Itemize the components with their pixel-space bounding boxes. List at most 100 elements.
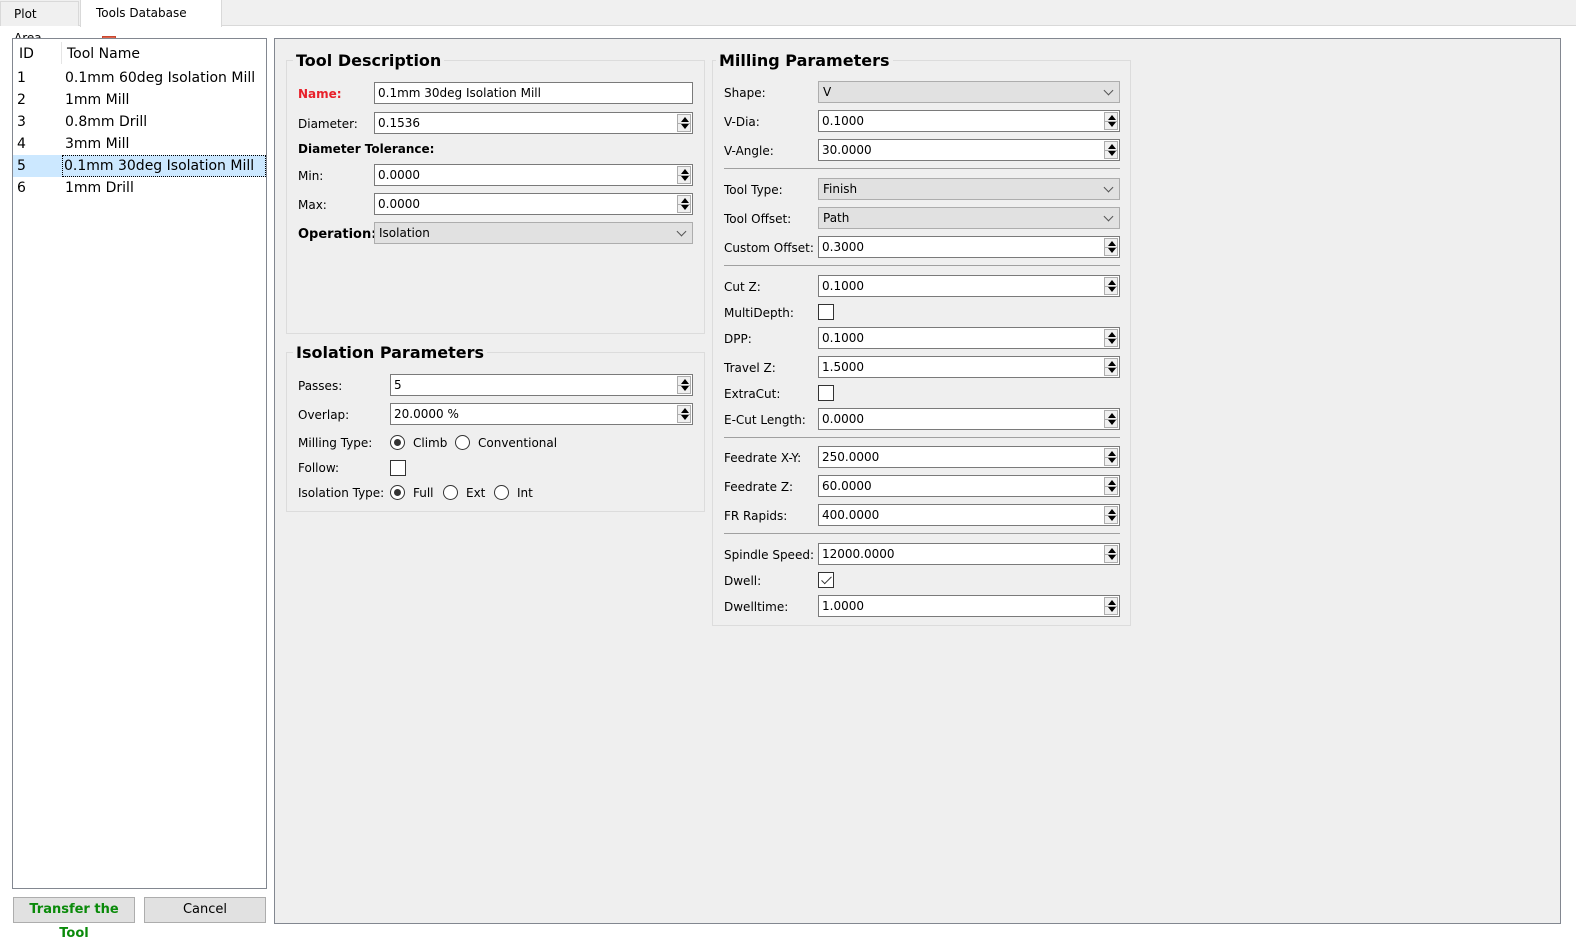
column-header-id[interactable]: ID [19, 46, 34, 62]
customoffset-value: 0.3000 [822, 240, 864, 254]
follow-checkbox[interactable] [390, 460, 406, 476]
radio-ext-label[interactable]: Ext [466, 486, 485, 500]
list-item[interactable]: 2 1mm Mill [13, 89, 266, 111]
spin-arrows-icon[interactable] [677, 376, 691, 394]
separator [724, 265, 1120, 266]
spin-arrows-icon[interactable] [1104, 358, 1118, 376]
min-label: Min: [298, 169, 324, 183]
list-item-selected[interactable]: 5 0.1mm 30deg Isolation Mill [13, 155, 266, 177]
vdia-value: 0.1000 [822, 114, 864, 128]
spin-arrows-icon[interactable] [1104, 410, 1118, 428]
max-label: Max: [298, 198, 327, 212]
radio-climb[interactable] [390, 435, 405, 450]
radio-conventional-label[interactable]: Conventional [478, 436, 557, 450]
list-item[interactable]: 6 1mm Drill [13, 177, 266, 199]
tool-editor-panel: Tool Description Name: 0.1mm 30deg Isola… [274, 38, 1561, 924]
radio-ext[interactable] [443, 485, 458, 500]
spindle-label: Spindle Speed: [724, 548, 814, 562]
travelz-spinbox[interactable]: 1.5000 [818, 356, 1120, 378]
spin-arrows-icon[interactable] [677, 114, 691, 132]
name-input[interactable]: 0.1mm 30deg Isolation Mill [374, 82, 693, 104]
operation-dropdown[interactable]: Isolation [374, 222, 693, 244]
tooloffset-dropdown[interactable]: Path [818, 207, 1120, 229]
ecutlength-spinbox[interactable]: 0.0000 [818, 408, 1120, 430]
group-title: Milling Parameters [716, 51, 893, 70]
spin-arrows-icon[interactable] [677, 166, 691, 184]
cancel-button[interactable]: Cancel [144, 897, 266, 923]
dpp-spinbox[interactable]: 0.1000 [818, 327, 1120, 349]
spin-arrows-icon[interactable] [677, 405, 691, 423]
frrapids-spinbox[interactable]: 400.0000 [818, 504, 1120, 526]
radio-int[interactable] [494, 485, 509, 500]
transfer-tool-button[interactable]: Transfer the Tool [13, 897, 135, 941]
tooltype-dropdown[interactable]: Finish [818, 178, 1120, 200]
column-separator[interactable] [61, 42, 62, 64]
overlap-spinbox[interactable]: 20.0000 % [390, 403, 693, 425]
spin-arrows-icon[interactable] [1104, 112, 1118, 130]
feedz-spinbox[interactable]: 60.0000 [818, 475, 1120, 497]
spindle-value: 12000.0000 [822, 547, 895, 561]
feedxy-spinbox[interactable]: 250.0000 [818, 446, 1120, 468]
tool-name: 1mm Drill [65, 180, 134, 196]
vangle-spinbox[interactable]: 30.0000 [818, 139, 1120, 161]
spindle-spinbox[interactable]: 12000.0000 [818, 543, 1120, 565]
passes-spinbox[interactable]: 5 [390, 374, 693, 396]
diameter-spinbox[interactable]: 0.1536 [374, 112, 693, 134]
spin-arrows-icon[interactable] [1104, 329, 1118, 347]
spin-arrows-icon[interactable] [1104, 448, 1118, 466]
chevron-down-icon [1103, 182, 1114, 193]
radio-full[interactable] [390, 485, 405, 500]
cutz-label: Cut Z: [724, 280, 761, 294]
list-item[interactable]: 1 0.1mm 60deg Isolation Mill [13, 67, 266, 89]
customoffset-label: Custom Offset: [724, 241, 814, 255]
cutz-spinbox[interactable]: 0.1000 [818, 275, 1120, 297]
dwelltime-label: Dwelltime: [724, 600, 789, 614]
tool-name: 0.1mm 60deg Isolation Mill [65, 70, 256, 86]
spin-arrows-icon[interactable] [1104, 238, 1118, 256]
radio-conventional[interactable] [455, 435, 470, 450]
spin-arrows-icon[interactable] [677, 195, 691, 213]
max-spinbox[interactable]: 0.0000 [374, 193, 693, 215]
spin-arrows-icon[interactable] [1104, 277, 1118, 295]
tool-name: 0.8mm Drill [65, 114, 148, 130]
spin-arrows-icon[interactable] [1104, 506, 1118, 524]
radio-full-label[interactable]: Full [413, 486, 434, 500]
tool-name: 3mm Mill [65, 136, 130, 152]
passes-value: 5 [394, 378, 402, 392]
isolation-type-label: Isolation Type: [298, 486, 385, 500]
tab-tools-database[interactable]: Tools Database ✕ [80, 0, 222, 50]
vdia-spinbox[interactable]: 0.1000 [818, 110, 1120, 132]
radio-int-label[interactable]: Int [517, 486, 533, 500]
shape-dropdown[interactable]: V [818, 81, 1120, 103]
list-item[interactable]: 3 0.8mm Drill [13, 111, 266, 133]
feedxy-value: 250.0000 [822, 450, 880, 464]
passes-label: Passes: [298, 379, 343, 393]
list-item[interactable]: 4 3mm Mill [13, 133, 266, 155]
chevron-down-icon [1103, 85, 1114, 96]
min-spinbox[interactable]: 0.0000 [374, 164, 693, 186]
separator [724, 533, 1120, 534]
spin-arrows-icon[interactable] [1104, 545, 1118, 563]
tab-plot-area[interactable]: Plot Area [0, 1, 79, 45]
extracut-label: ExtraCut: [724, 387, 781, 401]
chevron-down-icon [1103, 211, 1114, 222]
tool-list[interactable]: ID Tool Name 1 0.1mm 60deg Isolation Mil… [12, 38, 267, 889]
radio-climb-label[interactable]: Climb [413, 436, 447, 450]
multidepth-checkbox[interactable] [818, 304, 834, 320]
frrapids-label: FR Rapids: [724, 509, 788, 523]
diameter-label: Diameter: [298, 117, 358, 131]
group-title: Isolation Parameters [293, 343, 488, 362]
frrapids-value: 400.0000 [822, 508, 880, 522]
spin-arrows-icon[interactable] [1104, 477, 1118, 495]
spin-arrows-icon[interactable] [1104, 141, 1118, 159]
tooltype-value: Finish [823, 182, 858, 196]
extracut-checkbox[interactable] [818, 385, 834, 401]
dwelltime-spinbox[interactable]: 1.0000 [818, 595, 1120, 617]
milling-type-label: Milling Type: [298, 436, 373, 450]
customoffset-spinbox[interactable]: 0.3000 [818, 236, 1120, 258]
group-title: Tool Description [293, 51, 445, 70]
column-header-tool-name[interactable]: Tool Name [67, 46, 140, 62]
dwell-checkbox[interactable] [818, 572, 834, 588]
feedxy-label: Feedrate X-Y: [724, 451, 802, 465]
spin-arrows-icon[interactable] [1104, 597, 1118, 615]
